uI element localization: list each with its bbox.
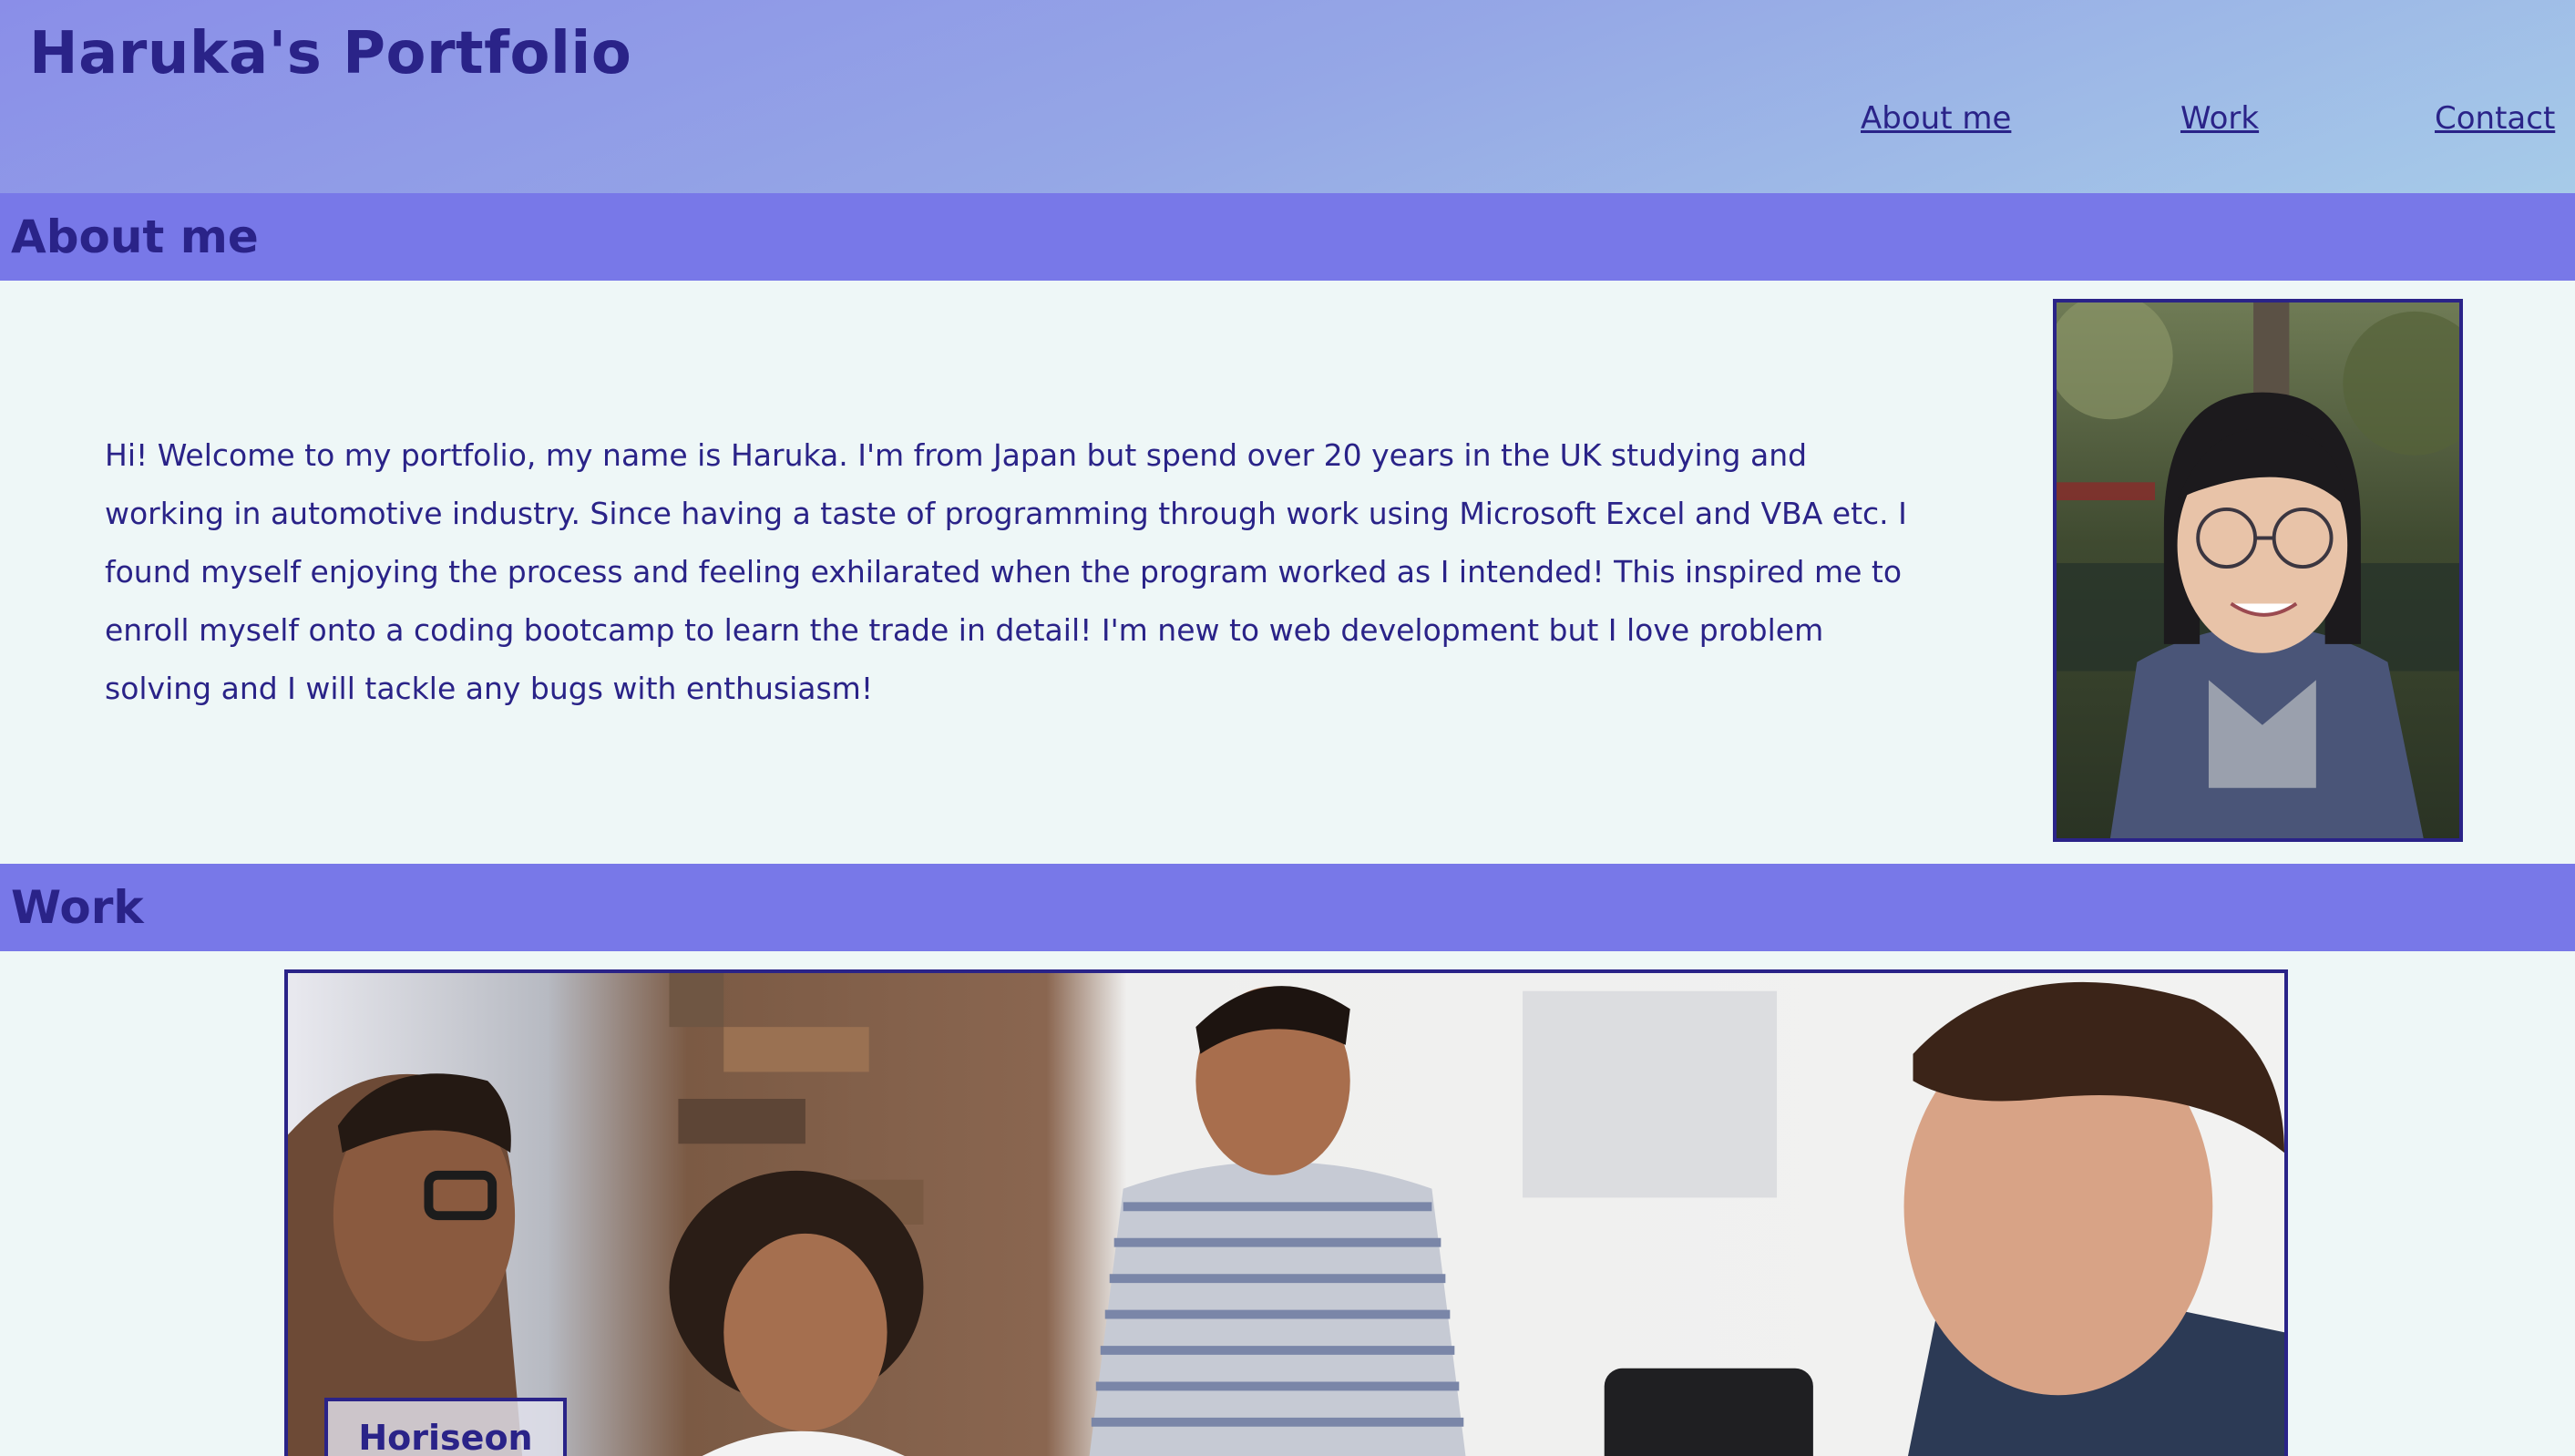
nav-link-about[interactable]: About me [1861, 100, 2011, 137]
about-paragraph: Hi! Welcome to my portfolio, my name is … [105, 437, 1907, 706]
nav-link-contact[interactable]: Contact [2435, 100, 2555, 137]
site-title: Haruka's Portfolio [29, 20, 632, 87]
work-project-image [288, 973, 2284, 1456]
work-section-bar: Work [0, 864, 2575, 951]
work-project-label[interactable]: Horiseon [324, 1398, 567, 1456]
profile-photo [2053, 299, 2463, 842]
work-project-card[interactable]: Horiseon [284, 969, 2288, 1456]
about-section-bar: About me [0, 193, 2575, 281]
work-heading: Work [11, 881, 144, 934]
portfolio-page: Haruka's Portfolio About me Work Contact… [0, 0, 2575, 1456]
nav-link-work[interactable]: Work [2180, 100, 2259, 137]
site-header: Haruka's Portfolio About me Work Contact [0, 0, 2575, 193]
about-heading: About me [11, 210, 259, 263]
profile-photo-image [2057, 302, 2459, 838]
